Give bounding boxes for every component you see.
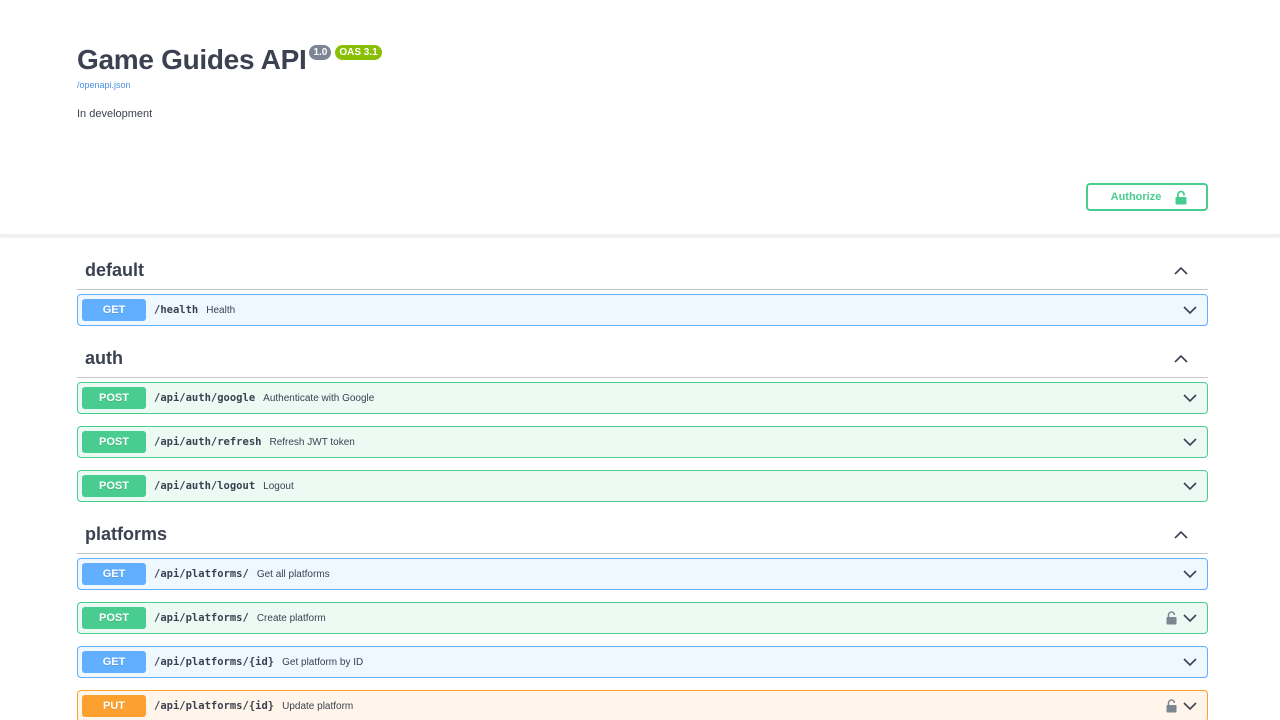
operation-post-auth-google[interactable]: POST /api/auth/google Authenticate with … bbox=[77, 382, 1208, 414]
chevron-down-icon[interactable] bbox=[1183, 305, 1197, 315]
operation-post-platforms[interactable]: POST /api/platforms/ Create platform bbox=[77, 602, 1208, 634]
operation-controls bbox=[1183, 305, 1207, 315]
chevron-up-icon[interactable] bbox=[1174, 266, 1188, 275]
tag-name: auth bbox=[85, 348, 123, 368]
method-badge: POST bbox=[82, 607, 146, 629]
method-badge: POST bbox=[82, 431, 146, 453]
lock-icon[interactable] bbox=[1166, 611, 1177, 625]
operation-post-auth-logout[interactable]: POST /api/auth/logout Logout bbox=[77, 470, 1208, 502]
operation-summary: Logout bbox=[263, 480, 294, 492]
operation-path: /api/auth/logout bbox=[154, 480, 256, 492]
tag-name: platforms bbox=[85, 524, 168, 544]
tag-header-platforms[interactable]: platforms bbox=[77, 516, 1208, 554]
authorize-button[interactable]: Authorize bbox=[1086, 183, 1208, 211]
title-row: Game Guides API 1.0 OAS 3.1 bbox=[77, 40, 1208, 80]
openapi-spec-link[interactable]: /openapi.json bbox=[77, 80, 1208, 90]
operation-get-health[interactable]: GET /health Health bbox=[77, 294, 1208, 326]
operation-summary: Health bbox=[206, 304, 236, 316]
chevron-down-icon[interactable] bbox=[1183, 481, 1197, 491]
chevron-down-icon[interactable] bbox=[1183, 437, 1197, 447]
operation-controls bbox=[1183, 569, 1207, 579]
api-title: Game Guides API bbox=[77, 44, 307, 75]
chevron-down-icon[interactable] bbox=[1183, 393, 1197, 403]
operation-path: /api/platforms/{id} bbox=[154, 656, 275, 668]
method-badge: GET bbox=[82, 651, 146, 673]
tag-header-default[interactable]: default bbox=[77, 252, 1208, 290]
chevron-up-icon[interactable] bbox=[1174, 530, 1188, 539]
chevron-up-icon[interactable] bbox=[1174, 354, 1188, 363]
operation-path: /api/auth/google bbox=[154, 392, 256, 404]
operation-summary: Update platform bbox=[282, 700, 354, 712]
section-divider bbox=[0, 234, 1280, 236]
chevron-down-icon[interactable] bbox=[1183, 569, 1197, 579]
authorize-label: Authorize bbox=[1110, 191, 1162, 203]
tag-header-auth[interactable]: auth bbox=[77, 340, 1208, 378]
operation-post-auth-refresh[interactable]: POST /api/auth/refresh Refresh JWT token bbox=[77, 426, 1208, 458]
operation-path: /health bbox=[154, 304, 199, 316]
operation-summary: Get all platforms bbox=[256, 568, 330, 580]
oas-badge: OAS 3.1 bbox=[335, 45, 382, 60]
operation-controls bbox=[1166, 699, 1207, 713]
operation-summary: Create platform bbox=[256, 612, 326, 624]
operation-get-platform-by-id[interactable]: GET /api/platforms/{id} Get platform by … bbox=[77, 646, 1208, 678]
operation-controls bbox=[1183, 657, 1207, 667]
method-badge: POST bbox=[82, 387, 146, 409]
version-badge: 1.0 bbox=[309, 45, 332, 60]
tag-name: default bbox=[85, 260, 145, 280]
chevron-down-icon[interactable] bbox=[1183, 613, 1197, 623]
method-badge: GET bbox=[82, 299, 146, 321]
method-badge: POST bbox=[82, 475, 146, 497]
lock-icon bbox=[1175, 190, 1187, 205]
chevron-down-icon[interactable] bbox=[1183, 701, 1197, 711]
operation-controls bbox=[1183, 437, 1207, 447]
operation-controls bbox=[1166, 611, 1207, 625]
api-description: In development bbox=[77, 108, 153, 120]
method-badge: PUT bbox=[82, 695, 146, 717]
lock-icon[interactable] bbox=[1166, 699, 1177, 713]
operation-summary: Authenticate with Google bbox=[263, 392, 375, 404]
method-badge: GET bbox=[82, 563, 146, 585]
operation-summary: Refresh JWT token bbox=[269, 436, 355, 448]
operation-get-platforms[interactable]: GET /api/platforms/ Get all platforms bbox=[77, 558, 1208, 590]
api-info: Game Guides API 1.0 OAS 3.1 /openapi.jso… bbox=[77, 40, 1208, 121]
operation-path: /api/platforms/ bbox=[154, 612, 249, 624]
operation-path: /api/platforms/{id} bbox=[154, 700, 275, 712]
operation-path: /api/platforms/ bbox=[154, 568, 249, 580]
operation-controls bbox=[1183, 481, 1207, 491]
operation-put-platform[interactable]: PUT /api/platforms/{id} Update platform bbox=[77, 690, 1208, 720]
operation-controls bbox=[1183, 393, 1207, 403]
operation-summary: Get platform by ID bbox=[282, 656, 364, 668]
chevron-down-icon[interactable] bbox=[1183, 657, 1197, 667]
operation-path: /api/auth/refresh bbox=[154, 436, 262, 448]
